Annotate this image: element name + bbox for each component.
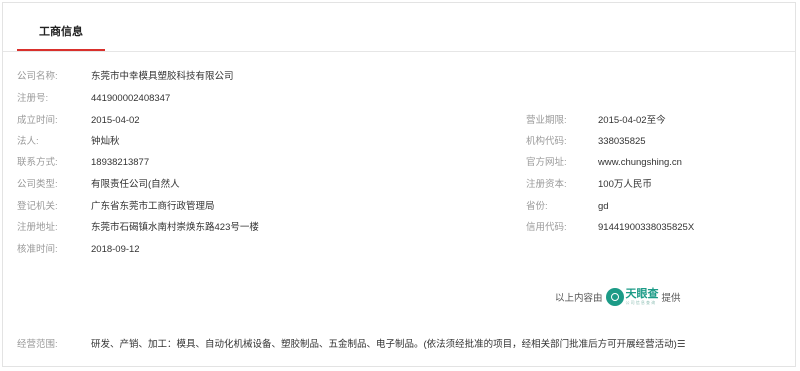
founded-date-value: 2015-04-02: [91, 115, 140, 126]
field-label: 核准时间:: [17, 244, 58, 255]
field-label: 机构代码:: [526, 136, 567, 147]
logo-name: 天眼查: [625, 288, 659, 300]
tab-business-info[interactable]: 工商信息: [17, 3, 105, 51]
field-label: 营业期限:: [526, 115, 567, 126]
field-label: 成立时间:: [17, 115, 58, 126]
field-label: 法人:: [17, 136, 39, 147]
provider-prefix: 以上内容由: [555, 293, 603, 304]
field-label: 注册号:: [17, 93, 49, 104]
company-type-value: 有限责任公司(自然人: [91, 179, 180, 190]
provider-suffix: 提供: [661, 293, 681, 304]
logo-text: 天眼查 公 司 信 息 查 询: [626, 289, 659, 305]
company-name-value: 东莞市中幸模具塑胶科技有限公司: [91, 71, 234, 82]
data-provider-attribution: 以上内容由 天眼查 公 司 信 息 查 询 提供: [555, 285, 681, 309]
tab-bar: 工商信息: [3, 3, 795, 52]
field-label: 公司名称:: [17, 71, 58, 82]
registration-number-value: 441900002408347: [91, 93, 171, 104]
logo-subtitle: 公 司 信 息 查 询: [625, 300, 656, 305]
website-link[interactable]: www.chungshing.cn: [598, 155, 682, 171]
approval-date-value: 2018-09-12: [91, 244, 140, 255]
field-label: 登记机关:: [17, 201, 58, 212]
registered-address-value: 东莞市石碣镇水南村崇焕东路423号一楼: [91, 222, 259, 233]
credit-code-value: 91441900338035825X: [598, 222, 695, 233]
field-label: 注册资本:: [526, 179, 567, 190]
field-label: 信用代码:: [526, 222, 567, 233]
business-term-value: 2015-04-02至今: [598, 115, 666, 126]
field-label: 省份:: [526, 201, 548, 212]
tianyancha-logo-icon: [605, 288, 624, 306]
field-label: 注册地址:: [17, 222, 58, 233]
field-label: 公司类型:: [17, 179, 58, 190]
tianyancha-logo[interactable]: 天眼查 公 司 信 息 查 询: [605, 288, 659, 306]
province-value: gd: [598, 201, 609, 212]
registered-capital-value: 100万人民币: [598, 179, 652, 190]
contact-value: 18938213877: [91, 157, 150, 168]
registration-authority-value: 广东省东莞市工商行政管理局: [91, 201, 215, 212]
legal-person-value: 钟灿秋: [91, 136, 120, 147]
field-label: 官方网址:: [526, 157, 567, 168]
field-label: 联系方式:: [17, 157, 58, 168]
field-label: 经营范围:: [17, 339, 58, 350]
business-scope-value: 研发、产销、加工：模具、自动化机械设备、塑胶制品、五金制品、电子制品。(依法须经…: [91, 339, 686, 350]
org-code-value: 338035825: [598, 136, 646, 147]
business-info-panel: 工商信息 公司名称: 东莞市中幸模具塑胶科技有限公司 注册号: 44190000…: [2, 2, 796, 367]
